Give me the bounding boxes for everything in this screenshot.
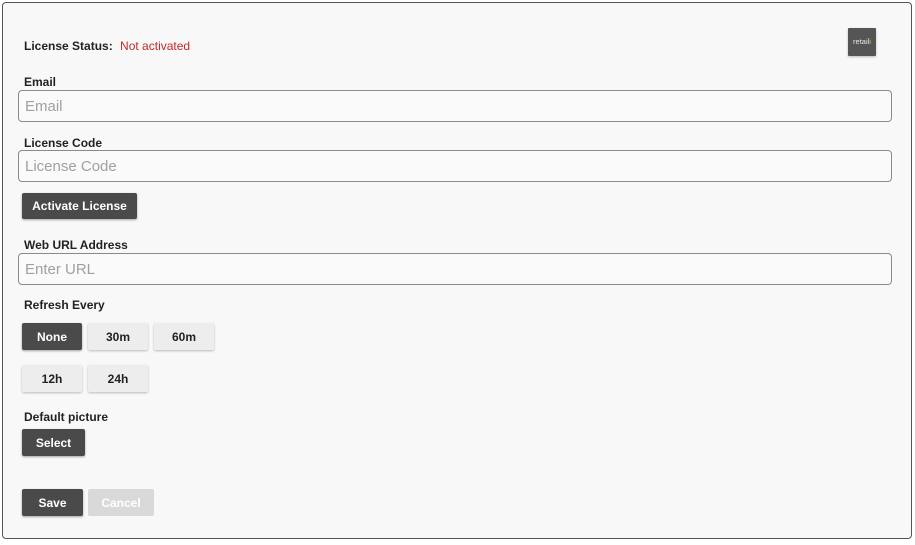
refresh-label: Refresh Every [24, 298, 105, 312]
license-status-row: License Status: Not activated [24, 38, 190, 54]
license-status-value: Not activated [120, 39, 191, 53]
default-picture-label: Default picture [24, 410, 109, 424]
logo-text: retail [853, 37, 870, 46]
select-picture-button[interactable]: Select [22, 429, 85, 456]
refresh-option-24h[interactable]: 24h [88, 365, 148, 392]
activate-license-button[interactable]: Activate License [22, 193, 137, 219]
license-code-label: License Code [24, 136, 103, 150]
email-field[interactable] [18, 90, 892, 122]
logo-dot: i [869, 37, 871, 46]
cancel-button[interactable]: Cancel [88, 489, 154, 516]
web-url-label: Web URL Address [24, 238, 128, 252]
refresh-option-12h[interactable]: 12h [22, 365, 82, 392]
refresh-option-60m[interactable]: 60m [154, 323, 214, 350]
save-button[interactable]: Save [22, 489, 83, 516]
email-label: Email [24, 75, 57, 89]
refresh-option-none[interactable]: None [22, 323, 82, 350]
license-status-label: License Status: [24, 39, 113, 53]
web-url-field[interactable] [18, 253, 892, 285]
refresh-option-30m[interactable]: 30m [88, 323, 148, 350]
license-code-field[interactable] [18, 150, 892, 182]
retail-logo: retaili [848, 28, 876, 56]
